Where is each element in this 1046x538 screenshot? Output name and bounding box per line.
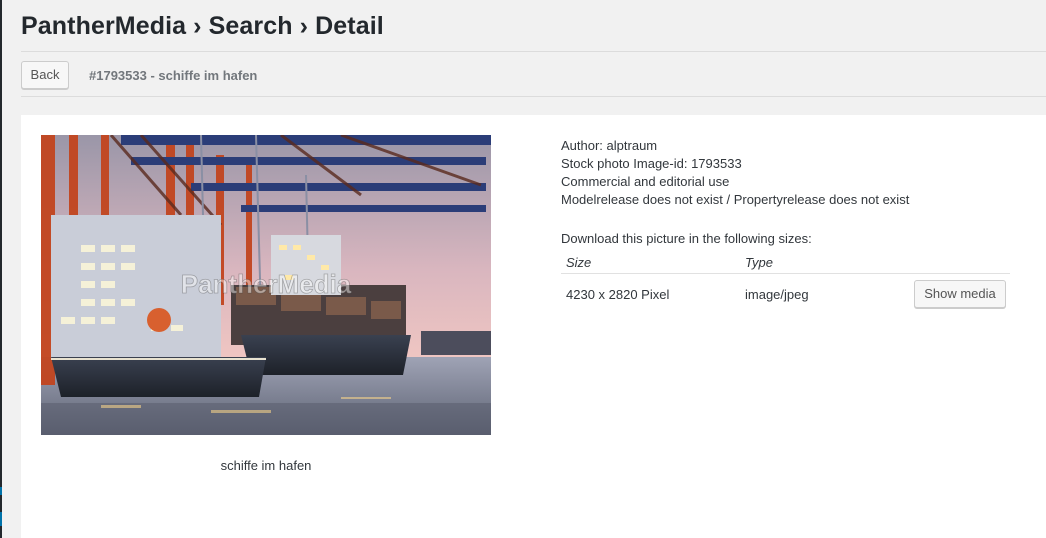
back-button[interactable]: Back: [21, 61, 69, 89]
detail-panel: PantherMedia schiffe im hafen Author: al…: [21, 115, 1046, 538]
stock-photo: PantherMedia: [41, 135, 491, 435]
image-id-line: Stock photo Image-id: 1793533: [561, 156, 742, 171]
author-name: alptraum: [606, 138, 658, 153]
type-column-header: Type: [740, 251, 908, 274]
image-metadata: Author: alptraum Stock photo Image-id: 1…: [561, 137, 909, 209]
table-row: 4230 x 2820 Pixel image/jpeg Show media: [561, 274, 1010, 315]
show-media-button[interactable]: Show media: [914, 280, 1006, 308]
release-line: Modelrelease does not exist / Propertyre…: [561, 192, 910, 207]
divider: [21, 51, 1046, 52]
main-content: PantherMedia › Search › Detail Back #179…: [21, 0, 1046, 538]
image-subtitle: #1793533 - schiffe im hafen: [89, 68, 258, 83]
download-sizes-table: Size Type 4230 x 2820 Pixel image/jpeg S…: [561, 251, 1010, 314]
type-cell: image/jpeg: [745, 286, 809, 302]
size-column-header: Size: [561, 251, 740, 274]
author-line: Author: alptraum: [561, 137, 909, 155]
action-column-header: [908, 251, 1010, 274]
download-sizes-heading: Download this picture in the following s…: [561, 231, 812, 246]
page-title: PantherMedia › Search › Detail: [21, 12, 384, 40]
usage-line: Commercial and editorial use: [561, 174, 730, 189]
admin-sidebar-edge: [0, 0, 2, 538]
sidebar-active-marker: [0, 487, 2, 495]
sidebar-active-marker: [0, 512, 2, 526]
size-cell: 4230 x 2820 Pixel: [566, 286, 670, 302]
author-label: Author:: [561, 138, 603, 153]
watermark-text: PantherMedia: [181, 269, 352, 299]
table-header-row: Size Type: [561, 251, 1010, 274]
image-caption: schiffe im hafen: [220, 458, 312, 473]
divider: [21, 96, 1046, 97]
action-cell: Show media: [908, 274, 1010, 315]
